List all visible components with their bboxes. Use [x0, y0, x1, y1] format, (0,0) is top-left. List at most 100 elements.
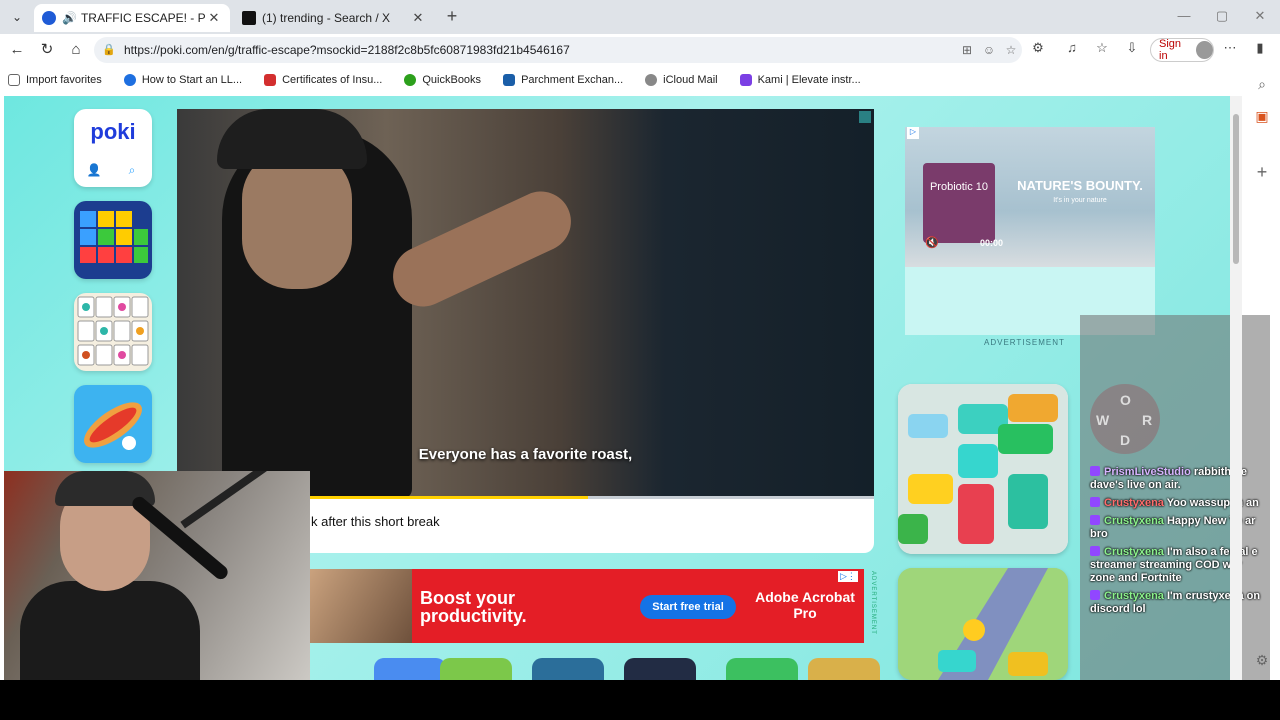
close-tab-icon[interactable]: ✕: [206, 10, 222, 26]
game-thumb-hotdog[interactable]: [74, 385, 152, 463]
poki-logo[interactable]: poki: [74, 119, 152, 145]
extensions-icon[interactable]: ⚙: [1028, 40, 1048, 56]
more-menu-icon[interactable]: ⋯: [1220, 40, 1240, 56]
bookmark-item[interactable]: Kami | Elevate instr...: [739, 74, 861, 86]
sidebar-toggle-icon[interactable]: ▮: [1250, 40, 1270, 56]
advertisement-label-vertical: ADVERTISEMENT: [870, 571, 876, 635]
video-subtitle: Everyone has a favorite roast,: [418, 446, 633, 463]
advertisement-label: ADVERTISEMENT: [984, 338, 1065, 347]
tracking-icon[interactable]: ☺: [978, 43, 1000, 57]
speaker-icon[interactable]: 🔊: [62, 11, 77, 25]
bookmark-item[interactable]: Certificates of Insu...: [264, 74, 382, 86]
bookmark-favicon-icon: [404, 74, 417, 86]
bookmark-favicon-icon: [123, 74, 136, 86]
ad-brand: Adobe Acrobat Pro: [755, 589, 855, 621]
start-free-trial-button[interactable]: Start free trial: [640, 595, 736, 619]
favorite-star-icon[interactable]: ☆: [1000, 43, 1022, 57]
downloads-icon[interactable]: ⇩: [1122, 40, 1142, 56]
bookmark-item[interactable]: QuickBooks: [404, 74, 481, 86]
user-badge-icon: [1090, 497, 1100, 507]
new-tab-button[interactable]: +: [441, 6, 463, 28]
tab-title: TRAFFIC ESCAPE! - Play Onlin: [80, 11, 206, 25]
game-thumb[interactable]: [808, 658, 880, 680]
bookmark-import[interactable]: Import favorites: [8, 74, 102, 86]
address-bar[interactable]: 🔒 https://poki.com/en/g/traffic-escape?m…: [94, 37, 1022, 63]
apple-icon: [645, 74, 658, 86]
bookmark-favicon-icon: [739, 74, 752, 86]
mahjong-game-art: [77, 296, 149, 366]
close-tab-icon[interactable]: ✕: [410, 10, 426, 26]
search-icon[interactable]: ⌕: [124, 163, 140, 179]
chat-username: PrismLiveStudio: [1104, 466, 1191, 478]
game-thumb-mahjong[interactable]: [74, 293, 152, 371]
avatar: [1195, 41, 1213, 59]
traffic-game-art: [898, 568, 1068, 680]
refresh-icon[interactable]: ↻: [37, 40, 57, 60]
ad-time: 00:00: [980, 238, 1004, 248]
mic-arm: [180, 471, 300, 529]
mute-icon[interactable]: 🔇: [925, 236, 939, 249]
media-icon[interactable]: ♫: [1062, 40, 1082, 55]
chat-username: Crustyxena: [1104, 497, 1164, 509]
ad-brand: NATURE'S BOUNTY.: [1017, 178, 1143, 193]
app-available-icon[interactable]: ⊞: [956, 43, 978, 57]
ad-choices-icon[interactable]: ▷⋮: [838, 571, 858, 582]
home-icon[interactable]: ⌂: [66, 40, 86, 60]
ad-choices-icon[interactable]: ▷: [907, 127, 919, 139]
minimize-icon[interactable]: —: [1174, 8, 1194, 23]
page-scrollbar[interactable]: [1230, 96, 1242, 680]
video-ad-player[interactable]: Everyone has a favorite roast,: [177, 109, 874, 499]
ad-tagline: It's in your nature: [1053, 197, 1107, 204]
poki-home-card[interactable]: poki 👤 ⌕: [74, 109, 152, 187]
chat-username: Crustyxena: [1104, 546, 1164, 558]
tab-actions-menu[interactable]: ⌄: [6, 6, 28, 28]
page-content: poki 👤 ⌕ Everyone has a favorite roast, …: [4, 96, 1230, 680]
broadcaster-badge-icon: [1090, 466, 1100, 476]
game-thumb[interactable]: [726, 658, 798, 680]
edge-settings-icon[interactable]: ⚙: [1252, 652, 1272, 669]
sign-in-label: Sign in: [1159, 38, 1182, 62]
game-thumb[interactable]: [624, 658, 696, 680]
tab-title: (1) trending - Search / X: [262, 11, 391, 25]
video-arm: [383, 181, 581, 317]
bookmark-item[interactable]: How to Start an LL...: [123, 74, 242, 86]
scroll-thumb[interactable]: [1233, 114, 1239, 264]
break-message: k after this short break: [309, 499, 874, 553]
maximize-icon[interactable]: ▢: [1212, 8, 1232, 24]
favorites-icon[interactable]: ☆: [1092, 40, 1112, 56]
tab-x-search[interactable]: (1) trending - Search / X ✕: [234, 4, 434, 32]
user-badge-icon: [1090, 590, 1100, 600]
ad-headline: Boost your productivity.: [420, 588, 527, 626]
adobe-banner-ad[interactable]: Boost your productivity. Start free tria…: [310, 569, 864, 643]
word-game-thumb[interactable]: O W R D: [1090, 384, 1160, 454]
hotdog-game-art: [84, 402, 142, 450]
bookmark-favicon-icon: [264, 74, 277, 86]
edge-add-icon[interactable]: +: [1252, 162, 1272, 183]
game-thumb[interactable]: [532, 658, 604, 680]
back-icon[interactable]: ←: [7, 40, 27, 60]
bookmark-item[interactable]: iCloud Mail: [645, 74, 718, 86]
x-favicon-icon: [242, 11, 256, 25]
product-box: Probiotic 10: [923, 163, 995, 243]
edge-search-icon[interactable]: ⌕: [1252, 76, 1272, 93]
ad-photo: [310, 569, 412, 643]
game-card-traffic[interactable]: [898, 568, 1068, 680]
game-thumb[interactable]: [440, 658, 512, 680]
user-icon[interactable]: 👤: [86, 163, 102, 179]
edge-tools-icon[interactable]: ▣: [1252, 108, 1272, 125]
video-face: [242, 149, 352, 289]
url-text[interactable]: https://poki.com/en/g/traffic-escape?mso…: [124, 43, 956, 57]
game-card-parking[interactable]: [898, 384, 1068, 554]
letterbox-bar: [0, 680, 1280, 720]
game-thumb[interactable]: [374, 658, 446, 680]
site-info-icon[interactable]: 🔒: [102, 43, 116, 57]
toolbar: ← ↻ ⌂ 🔒 https://poki.com/en/g/traffic-es…: [0, 34, 1280, 66]
ad-info-icon[interactable]: [859, 111, 871, 123]
natures-bounty-ad[interactable]: ▷ Probiotic 10 NATURE'S BOUNTY. It's in …: [905, 127, 1155, 267]
poki-favicon-icon: [42, 11, 56, 25]
game-thumb-blocks[interactable]: [74, 201, 152, 279]
close-window-icon[interactable]: ✕: [1250, 8, 1270, 24]
bookmark-item[interactable]: Parchment Exchan...: [503, 74, 623, 86]
tab-poki[interactable]: 🔊 TRAFFIC ESCAPE! - Play Onlin ✕: [34, 4, 230, 32]
sign-in-button[interactable]: Sign in: [1150, 38, 1214, 62]
